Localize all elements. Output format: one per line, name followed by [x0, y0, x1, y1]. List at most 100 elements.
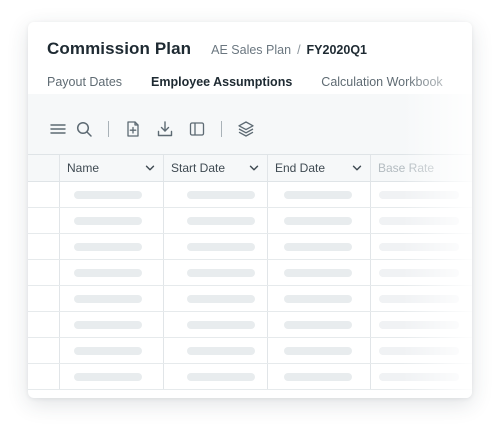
- table-cell[interactable]: [268, 364, 371, 389]
- table-cell[interactable]: [60, 182, 164, 207]
- loading-placeholder: [284, 320, 352, 329]
- chevron-down-icon[interactable]: [352, 163, 362, 173]
- loading-placeholder: [284, 216, 352, 225]
- row-number-cell[interactable]: [28, 260, 60, 285]
- row-number-cell[interactable]: [28, 286, 60, 311]
- table-cell[interactable]: [268, 260, 371, 285]
- table-row[interactable]: [28, 286, 472, 312]
- table-row[interactable]: [28, 312, 472, 338]
- loading-placeholder: [379, 372, 459, 381]
- loading-placeholder: [284, 372, 352, 381]
- table-cell[interactable]: [268, 286, 371, 311]
- row-number-cell[interactable]: [28, 182, 60, 207]
- table-cell[interactable]: [164, 338, 268, 363]
- page-header: Commission Plan AE Sales Plan / FY2020Q1: [47, 39, 367, 59]
- table-cell[interactable]: [60, 338, 164, 363]
- download-icon[interactable]: [155, 119, 175, 139]
- table-cell[interactable]: [164, 208, 268, 233]
- loading-placeholder: [379, 190, 459, 199]
- breadcrumb-parent[interactable]: AE Sales Plan: [211, 43, 291, 57]
- table-cell[interactable]: [60, 208, 164, 233]
- loading-placeholder: [187, 216, 255, 225]
- loading-placeholder: [74, 190, 142, 199]
- table-cell[interactable]: [268, 234, 371, 259]
- table-cell[interactable]: [371, 234, 472, 259]
- loading-placeholder: [284, 294, 352, 303]
- column-header-label: Start Date: [171, 161, 226, 175]
- column-header-end-date[interactable]: End Date: [268, 155, 371, 181]
- table-cell[interactable]: [60, 312, 164, 337]
- loading-placeholder: [284, 268, 352, 277]
- panel-icon[interactable]: [187, 119, 207, 139]
- table-cell[interactable]: [60, 260, 164, 285]
- loading-placeholder: [379, 216, 459, 225]
- loading-placeholder: [74, 216, 142, 225]
- table-cell[interactable]: [371, 182, 472, 207]
- loading-placeholder: [379, 320, 459, 329]
- chevron-down-icon[interactable]: [145, 163, 155, 173]
- loading-placeholder: [284, 242, 352, 251]
- search-icon[interactable]: [74, 119, 94, 139]
- table-cell[interactable]: [268, 182, 371, 207]
- loading-placeholder: [187, 320, 255, 329]
- loading-placeholder: [74, 294, 142, 303]
- loading-placeholder: [187, 346, 255, 355]
- column-header-start-date[interactable]: Start Date: [164, 155, 268, 181]
- loading-placeholder: [379, 346, 459, 355]
- table-cell[interactable]: [164, 286, 268, 311]
- table-cell[interactable]: [60, 286, 164, 311]
- table-row[interactable]: [28, 260, 472, 286]
- table-row[interactable]: [28, 182, 472, 208]
- loading-placeholder: [284, 190, 352, 199]
- table-cell[interactable]: [164, 182, 268, 207]
- commission-plan-card: Commission Plan AE Sales Plan / FY2020Q1…: [28, 22, 472, 398]
- row-number-cell[interactable]: [28, 338, 60, 363]
- table-cell[interactable]: [268, 338, 371, 363]
- loading-placeholder: [74, 372, 142, 381]
- row-number-cell[interactable]: [28, 364, 60, 389]
- table-row[interactable]: [28, 364, 472, 390]
- chevron-down-icon[interactable]: [249, 163, 259, 173]
- row-number-cell[interactable]: [28, 312, 60, 337]
- row-number-cell[interactable]: [28, 234, 60, 259]
- table-cell[interactable]: [164, 260, 268, 285]
- table-cell[interactable]: [60, 234, 164, 259]
- table-row[interactable]: [28, 208, 472, 234]
- table-cell[interactable]: [164, 364, 268, 389]
- row-number-cell[interactable]: [28, 208, 60, 233]
- toolbar-divider: [108, 121, 109, 137]
- loading-placeholder: [74, 242, 142, 251]
- table-cell[interactable]: [371, 208, 472, 233]
- table-row[interactable]: [28, 234, 472, 260]
- loading-placeholder: [187, 242, 255, 251]
- toolbar-area: [28, 94, 472, 154]
- menu-icon[interactable]: [48, 119, 68, 139]
- page-title: Commission Plan: [47, 39, 192, 58]
- column-header-label: End Date: [275, 161, 326, 175]
- table-cell[interactable]: [268, 208, 371, 233]
- table-cell[interactable]: [164, 234, 268, 259]
- add-file-icon[interactable]: [123, 119, 143, 139]
- loading-placeholder: [74, 268, 142, 277]
- table-cell[interactable]: [371, 286, 472, 311]
- table-cell[interactable]: [371, 338, 472, 363]
- table-cell[interactable]: [60, 364, 164, 389]
- loading-placeholder: [187, 190, 255, 199]
- column-header-label: Base Rate: [378, 161, 435, 175]
- table-cell[interactable]: [164, 312, 268, 337]
- row-header-corner: [28, 155, 60, 181]
- table-cell[interactable]: [371, 364, 472, 389]
- table-cell[interactable]: [371, 312, 472, 337]
- toolbar: [48, 119, 256, 139]
- table-cell[interactable]: [371, 260, 472, 285]
- column-header-name[interactable]: Name: [60, 155, 164, 181]
- loading-placeholder: [379, 268, 459, 277]
- grid-body: [28, 182, 472, 390]
- table-cell[interactable]: [268, 312, 371, 337]
- layers-icon[interactable]: [236, 119, 256, 139]
- loading-placeholder: [187, 372, 255, 381]
- loading-placeholder: [379, 242, 459, 251]
- table-row[interactable]: [28, 338, 472, 364]
- column-header-base-rate[interactable]: Base Rate: [371, 155, 472, 181]
- column-header-label: Name: [67, 161, 100, 175]
